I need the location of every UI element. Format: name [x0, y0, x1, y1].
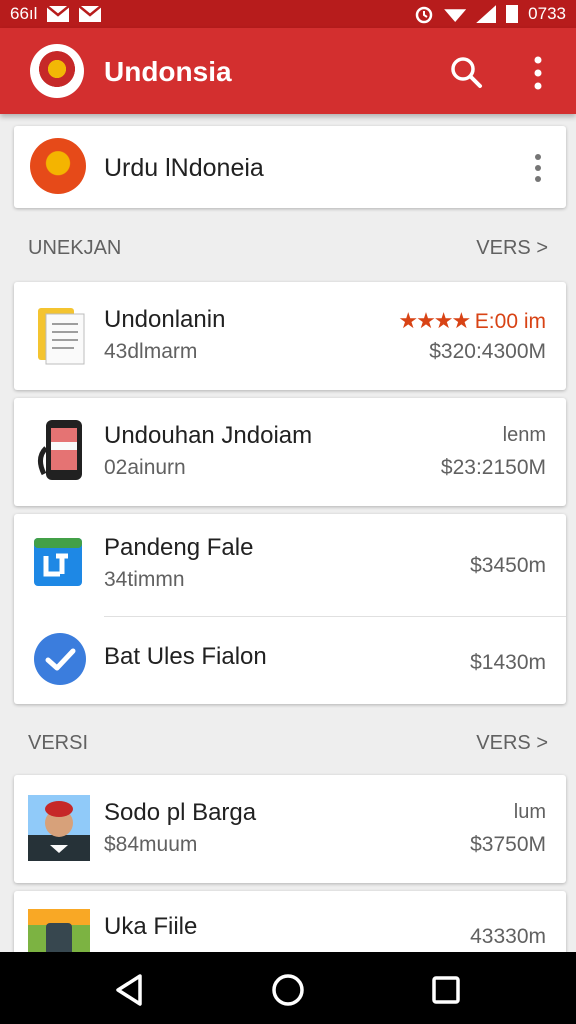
signal-strength-icon [476, 5, 497, 23]
status-bar: 66ıl 0733 [0, 0, 576, 28]
item-rating: ★★★★ E:00 im [398, 308, 546, 334]
section-more-link[interactable]: VERS > [476, 732, 548, 755]
wifi-icon [444, 9, 467, 22]
section-label: UNEKJAN [28, 237, 122, 259]
clock-time: 0733 [528, 4, 566, 23]
item-title: Undonlanin [104, 306, 226, 333]
list-item[interactable]: Bat Ules Fialon $1430m [14, 617, 566, 704]
garuda-badge-icon [30, 138, 86, 194]
garuda-emblem-icon [37, 51, 77, 91]
list-group: Pandeng Fale 34timmn $3450m Bat Ules Fia… [14, 514, 566, 704]
system-nav-bar [0, 952, 576, 1024]
gmail-icon [79, 6, 102, 22]
document-folder-icon [38, 308, 85, 365]
alarm-icon [415, 6, 433, 24]
app-title: Undonsia [104, 56, 232, 87]
search-icon[interactable] [446, 52, 486, 92]
rating-stars-icon: ★★★★ [398, 308, 471, 333]
item-subtitle: 34timmn [104, 568, 185, 591]
item-meta: lum [513, 801, 546, 823]
phone-app-icon [38, 420, 82, 480]
item-title: Pandeng Fale [104, 534, 254, 561]
more-vert-icon[interactable] [524, 54, 552, 92]
rating-text: E:00 im [474, 310, 546, 333]
featured-card[interactable]: Urdu lNdoneia [14, 126, 566, 208]
battery-icon [506, 5, 519, 23]
section-label: VERSI [28, 732, 89, 754]
app-logo [30, 44, 84, 98]
recents-icon[interactable] [426, 970, 466, 1010]
item-subtitle: 02ainurn [104, 456, 186, 479]
section-more-link[interactable]: VERS > [476, 237, 548, 260]
item-title: Bat Ules Fialon [104, 643, 267, 670]
signal-text: 66ıl [10, 4, 38, 23]
featured-name: Urdu lNdoneia [104, 154, 264, 182]
item-title: Sodo pl Barga [104, 799, 257, 826]
person-avatar-icon [28, 795, 90, 861]
item-subtitle: 43dlmarm [104, 340, 198, 363]
mail-icon [47, 6, 70, 22]
item-price: $23:2150M [440, 456, 546, 479]
check-circle-icon [34, 633, 86, 685]
item-title: Uka Fiile [104, 913, 198, 940]
back-icon[interactable] [110, 970, 150, 1010]
item-price: $1430m [470, 651, 546, 674]
item-meta: lenm [502, 424, 546, 446]
item-price: $3450m [470, 554, 546, 577]
featured-more-icon[interactable] [530, 152, 546, 184]
list-item[interactable]: Undonlanin 43dlmarm ★★★★ E:00 im $320:43… [14, 282, 566, 390]
list-item[interactable]: Pandeng Fale 34timmn $3450m [14, 514, 566, 616]
home-icon[interactable] [268, 970, 308, 1010]
item-price: $320:4300M [429, 340, 546, 363]
item-subtitle: $84muum [104, 833, 198, 856]
item-title: Undouhan Jndoiam [104, 422, 313, 449]
list-item[interactable]: Uka Fiile 43330m [14, 891, 566, 961]
list-item[interactable]: Undouhan Jndoiam 02ainurn lenm $23:2150M [14, 398, 566, 506]
section-header-2: VERSI VERS > [28, 728, 548, 758]
app-tile-icon [34, 538, 82, 586]
list-item[interactable]: Sodo pl Barga $84muum lum $3750M [14, 775, 566, 883]
item-price: 43330m [470, 925, 546, 948]
item-price: $3750M [470, 833, 546, 856]
section-header-1: UNEKJAN VERS > [28, 233, 548, 263]
app-toolbar: Undonsia [0, 28, 576, 114]
